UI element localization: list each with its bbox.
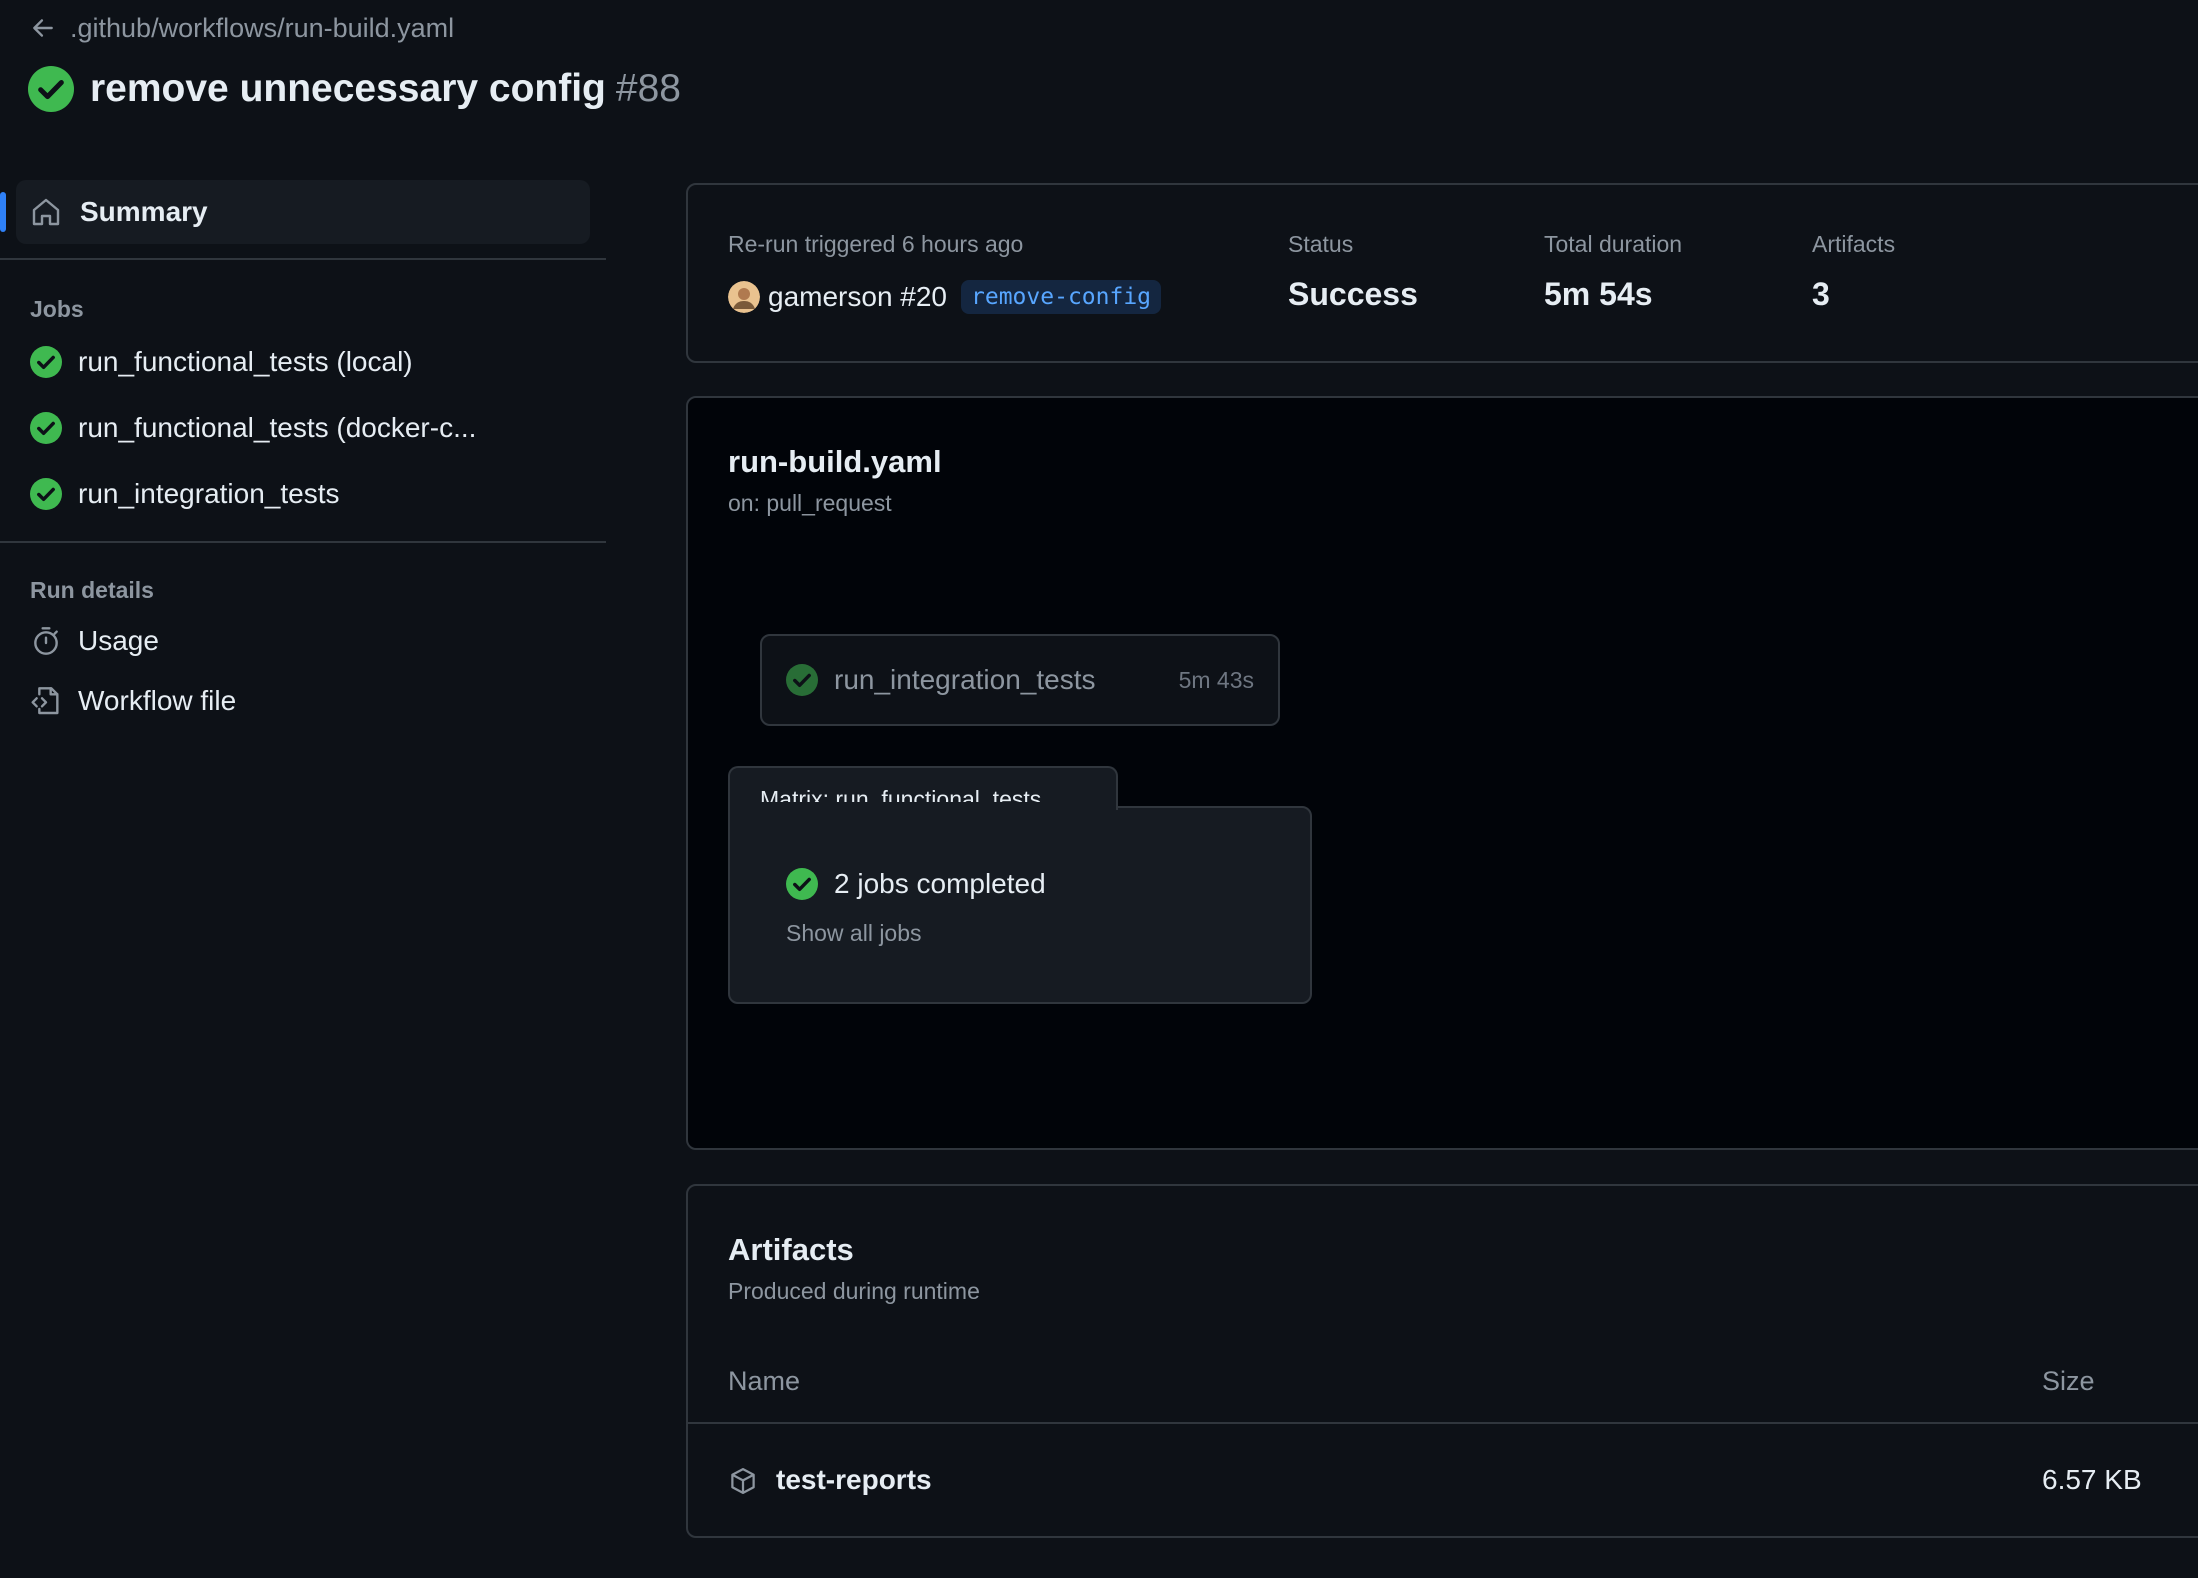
sidebar-item-workflow-file[interactable]: Workflow file: [0, 668, 606, 734]
workflow-name: run-build.yaml: [728, 444, 942, 479]
file-code-icon: [31, 687, 59, 715]
job-label: run_functional_tests (docker-c...: [78, 412, 477, 443]
artifacts-subtitle: Produced during runtime: [728, 1278, 980, 1304]
sidebar-item-label: Workflow file: [78, 685, 237, 716]
sidebar-item-job-integration[interactable]: run_integration_tests: [0, 461, 606, 527]
artifacts-stat: Artifacts 3: [1812, 231, 1895, 313]
check-circle-icon: [30, 346, 62, 378]
sidebar-item-job-docker[interactable]: run_functional_tests (docker-c...: [0, 395, 606, 461]
job-node-name: run_integration_tests: [834, 664, 1096, 695]
sidebar-item-label: Usage: [78, 625, 159, 656]
sidebar-divider: [0, 541, 606, 543]
avatar[interactable]: [728, 281, 760, 313]
trigger-label: Re-run triggered 6 hours ago: [728, 231, 1024, 257]
trigger-row: gamerson #20 remove-config: [728, 280, 1162, 314]
artifact-size: 6.57 KB: [2042, 1464, 2142, 1495]
check-circle-icon: [30, 412, 62, 444]
matrix-tab-joint: [730, 802, 1116, 812]
back-breadcrumb[interactable]: .github/workflows/run-build.yaml: [30, 10, 454, 46]
sidebar-item-summary[interactable]: Summary: [0, 180, 590, 244]
check-circle-icon: [30, 478, 62, 510]
duration-label: Total duration: [1544, 231, 1683, 257]
workflow-run-page: .github/workflows/run-build.yaml remove …: [0, 0, 2198, 1578]
status-stat: Status Success: [1288, 231, 1418, 313]
duration-stat: Total duration 5m 54s: [1544, 231, 1682, 313]
jobs-heading: Jobs: [30, 296, 84, 322]
job-node-integration[interactable]: run_integration_tests 5m 43s: [760, 634, 1280, 726]
sidebar: Summary Jobs run_functional_tests (local…: [0, 180, 606, 734]
branch-tag[interactable]: remove-config: [961, 280, 1162, 314]
column-header-name: Name: [728, 1366, 801, 1396]
home-icon: [32, 198, 60, 226]
breadcrumb-path[interactable]: .github/workflows/run-build.yaml: [70, 13, 454, 44]
trigger-user-link[interactable]: gamerson #20: [768, 281, 947, 313]
run-details-heading: Run details: [30, 577, 154, 603]
table-row: test-reports 6.57 KB: [688, 1426, 2198, 1538]
sidebar-divider: [0, 258, 606, 260]
run-summary-card: Re-run triggered 6 hours ago gamerson #2…: [686, 183, 2198, 363]
workflow-trigger: on: pull_request: [728, 490, 892, 516]
run-title-text: remove unnecessary config: [90, 67, 606, 110]
artifacts-title: Artifacts: [728, 1232, 854, 1267]
matrix-status: 2 jobs completed: [786, 868, 1046, 900]
column-header-size: Size: [2042, 1366, 2095, 1396]
sidebar-item-usage[interactable]: Usage: [0, 608, 606, 674]
matrix-status-text: 2 jobs completed: [834, 868, 1046, 899]
run-title: remove unnecessary config #88: [90, 67, 681, 111]
package-icon: [731, 1468, 755, 1494]
matrix-node[interactable]: 2 jobs completed Show all jobs: [728, 806, 1312, 1004]
check-circle-icon: [786, 664, 818, 696]
trigger-stat: Re-run triggered 6 hours ago gamerson #2…: [728, 231, 1162, 314]
active-indicator: [0, 192, 6, 232]
artifacts-table-header: Name Size: [688, 1348, 2198, 1424]
status-label: Status: [1288, 231, 1354, 257]
job-label: run_integration_tests: [78, 478, 340, 509]
artifacts-card: Artifacts Produced during runtime Name S…: [686, 1184, 2198, 1538]
stopwatch-icon: [34, 627, 58, 655]
duration-value: 5m 54s: [1544, 276, 1653, 312]
job-label: run_functional_tests (local): [78, 346, 413, 377]
artifacts-count: 3: [1812, 276, 1830, 312]
check-circle-icon: [28, 66, 74, 112]
run-title-row: remove unnecessary config #88: [28, 62, 681, 116]
job-node-duration: 5m 43s: [1178, 666, 1254, 693]
artifact-name-link[interactable]: test-reports: [776, 1464, 932, 1496]
sidebar-item-label: Summary: [80, 196, 208, 227]
arrow-left-icon: [33, 19, 53, 37]
check-circle-icon: [786, 868, 818, 900]
status-value: Success: [1288, 276, 1418, 312]
artifacts-label: Artifacts: [1812, 231, 1896, 257]
sidebar-item-job-local[interactable]: run_functional_tests (local): [0, 329, 606, 395]
workflow-graph-card: run-build.yaml on: pull_request run_inte…: [686, 396, 2198, 1150]
show-all-jobs-link[interactable]: Show all jobs: [786, 920, 922, 947]
run-number: #88: [615, 67, 681, 110]
